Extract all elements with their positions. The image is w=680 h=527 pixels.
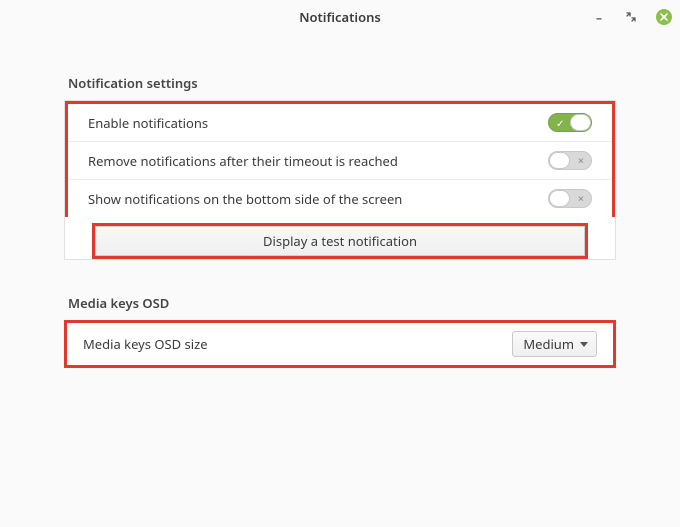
window-controls: – [592, 0, 672, 34]
chevron-down-icon [580, 342, 588, 347]
osd-settings-group: Media keys OSD size Medium [64, 320, 616, 368]
osd-section: Media keys OSD Media keys OSD size Mediu… [64, 294, 616, 368]
row-remove-after-timeout: Remove notifications after their timeout… [68, 141, 612, 179]
label-enable-notifications: Enable notifications [88, 114, 208, 132]
label-bottom-side: Show notifications on the bottom side of… [88, 190, 402, 208]
cross-icon: × [578, 153, 584, 168]
close-icon[interactable] [656, 9, 672, 25]
minimize-icon[interactable]: – [592, 10, 606, 24]
toggle-enable-notifications[interactable]: ✓ [548, 113, 592, 132]
toggle-knob [549, 152, 570, 169]
section-title-osd: Media keys OSD [64, 294, 616, 312]
osd-size-value: Medium [523, 335, 574, 353]
window-title: Notifications [299, 8, 381, 26]
row-bottom-side: Show notifications on the bottom side of… [68, 179, 612, 217]
notification-settings-panel: Enable notifications ✓ Remove notificati… [64, 100, 616, 260]
maximize-icon[interactable] [624, 10, 638, 24]
test-button-highlight: Display a test notification [92, 223, 588, 259]
label-remove-after-timeout: Remove notifications after their timeout… [88, 152, 398, 170]
cross-icon: × [578, 191, 584, 206]
toggle-knob [570, 114, 591, 131]
row-enable-notifications: Enable notifications ✓ [68, 104, 612, 141]
section-title-notifications: Notification settings [64, 74, 616, 92]
titlebar: Notifications – [0, 0, 680, 34]
content-area: Notification settings Enable notificatio… [0, 34, 680, 368]
toggle-bottom-side[interactable]: × [548, 189, 592, 208]
display-test-notification-button[interactable]: Display a test notification [95, 226, 585, 256]
toggle-remove-after-timeout[interactable]: × [548, 151, 592, 170]
check-icon: ✓ [556, 116, 564, 130]
test-button-container: Display a test notification [65, 217, 615, 259]
row-osd-size: Media keys OSD size Medium [67, 323, 613, 365]
toggle-knob [549, 190, 570, 207]
label-osd-size: Media keys OSD size [83, 335, 208, 353]
osd-size-select[interactable]: Medium [512, 331, 597, 357]
notification-settings-group: Enable notifications ✓ Remove notificati… [65, 101, 615, 217]
